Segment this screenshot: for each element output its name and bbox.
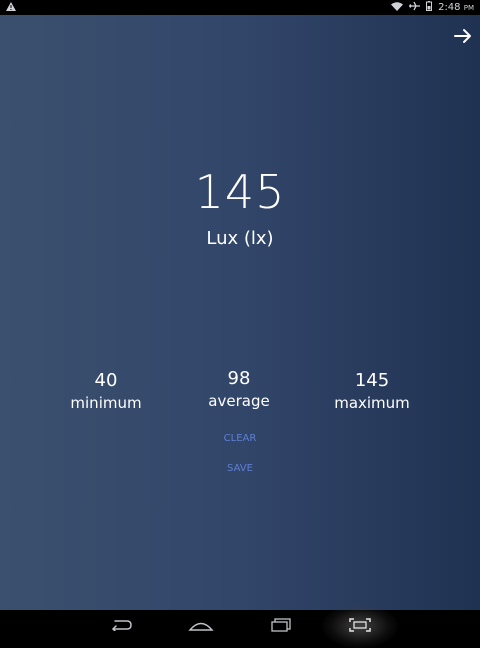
average-value: 98 <box>227 368 251 389</box>
recents-icon[interactable] <box>256 610 306 640</box>
status-time-ampm: PM <box>463 4 474 12</box>
stat-minimum: 40 minimum <box>46 370 166 412</box>
back-icon[interactable] <box>96 610 146 640</box>
battery-icon <box>426 1 433 14</box>
screenshot-icon[interactable] <box>335 610 385 640</box>
home-icon[interactable] <box>176 610 226 640</box>
average-label: average <box>208 392 270 410</box>
lux-reading: 145 <box>194 165 286 219</box>
warning-icon <box>6 1 16 14</box>
status-time: 2:48 PM <box>438 2 474 13</box>
navigation-bar <box>0 604 480 648</box>
maximum-label: maximum <box>334 394 410 412</box>
wifi-icon <box>391 1 404 14</box>
status-bar: 2:48 PM <box>0 0 480 15</box>
minimum-value: 40 <box>94 370 118 391</box>
next-arrow-icon[interactable] <box>452 25 474 47</box>
minimum-label: minimum <box>70 394 142 412</box>
stat-average: 98 average <box>179 368 299 410</box>
maximum-value: 145 <box>354 370 390 391</box>
status-left <box>0 1 16 14</box>
status-right: 2:48 PM <box>391 1 480 14</box>
airplane-icon <box>409 1 421 14</box>
status-time-value: 2:48 <box>438 2 461 13</box>
clear-button[interactable]: CLEAR <box>190 433 290 444</box>
save-button[interactable]: SAVE <box>190 463 290 474</box>
lux-unit: Lux (lx) <box>206 228 274 249</box>
light-meter-screen: 145 Lux (lx) 40 minimum 98 average 145 m… <box>0 15 480 610</box>
stat-maximum: 145 maximum <box>312 370 432 412</box>
